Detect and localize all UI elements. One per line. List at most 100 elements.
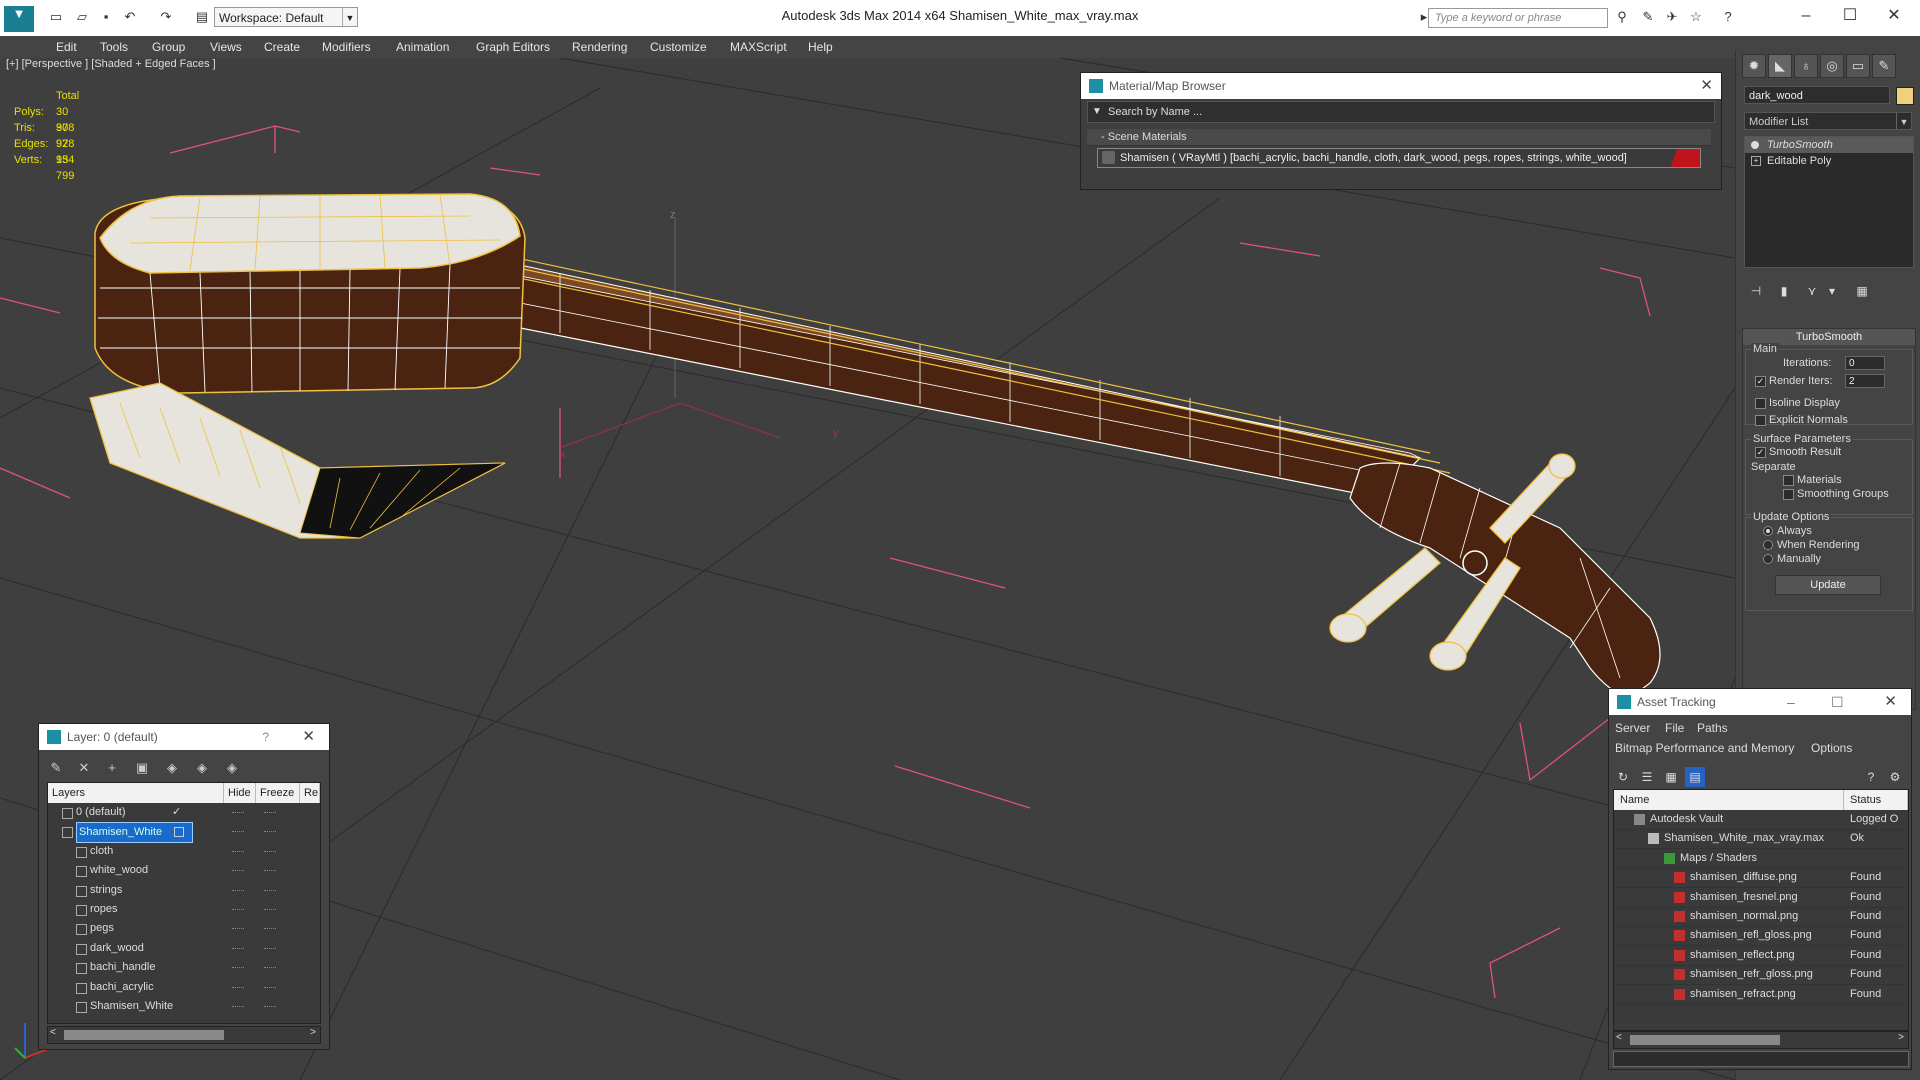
materials-checkbox[interactable] [1783,475,1794,486]
maximize-button[interactable]: ☐ [1830,4,1870,28]
column-header-hide[interactable]: Hide [224,783,256,803]
when-rendering-radio[interactable] [1763,540,1773,550]
hide-toggle[interactable] [232,812,244,814]
help-icon[interactable]: ? [1720,9,1736,25]
scroll-left-icon[interactable]: < [1616,1032,1622,1043]
binoculars-icon[interactable]: ⚲ [1614,9,1630,25]
freeze-unfreeze-all-icon[interactable]: ◈ [221,758,243,778]
close-icon[interactable]: ✕ [1884,689,1897,715]
help-icon[interactable]: ? [262,724,269,750]
layer-row[interactable]: white_wood [48,861,320,880]
menu-file[interactable]: File [1665,721,1684,735]
delete-layer-icon[interactable]: ✕ [73,758,95,778]
freeze-toggle[interactable] [264,967,276,969]
expand-icon[interactable]: + [1751,156,1761,166]
menu-server[interactable]: Server [1615,721,1650,735]
object-name-field[interactable]: dark_wood [1744,86,1890,104]
scroll-left-icon[interactable]: < [50,1027,56,1038]
hide-toggle[interactable] [232,967,244,969]
asset-row[interactable]: Shamisen_White_max_vray.max Ok [1614,829,1908,850]
viewport-label[interactable]: [+] [Perspective ] [Shaded + Edged Faces… [6,58,216,70]
configure-sets-icon[interactable]: ▦ [1852,282,1872,300]
display-tab-icon[interactable]: ▭ [1846,54,1870,78]
freeze-toggle[interactable] [264,812,276,814]
column-header-layers[interactable]: Layers [48,783,224,803]
remove-modifier-icon[interactable]: ▾ [1822,282,1842,300]
material-browser-titlebar[interactable]: Material/Map Browser ✕ [1081,73,1721,99]
smoothing-groups-checkbox[interactable] [1783,489,1794,500]
menu-maxscript[interactable]: MAXScript [730,40,787,54]
iterations-spinner[interactable]: 0 [1845,356,1885,370]
table-view-icon[interactable]: ▤ [1685,767,1705,787]
asset-tracking-titlebar[interactable]: Asset Tracking – ☐ ✕ [1609,689,1911,715]
bulb-icon[interactable] [1751,141,1759,149]
hide-toggle[interactable] [232,850,244,853]
layer-row[interactable]: cloth [48,842,320,861]
scrollbar-thumb[interactable] [64,1030,224,1040]
layer-row[interactable]: Shamisen_White [48,997,320,1016]
menu-group[interactable]: Group [152,40,185,54]
settings-icon[interactable]: ⚙ [1885,767,1905,787]
asset-row[interactable]: shamisen_refr_gloss.png Found [1614,965,1908,986]
menu-tools[interactable]: Tools [100,40,128,54]
utilities-tab-icon[interactable]: ✎ [1872,54,1896,78]
hide-toggle[interactable] [232,928,244,930]
layer-panel-titlebar[interactable]: Layer: 0 (default) ? ✕ [39,724,329,750]
minimize-icon[interactable]: – [1787,689,1795,715]
modify-tab-icon[interactable]: ◣ [1768,54,1792,78]
asset-path-field[interactable] [1613,1051,1909,1067]
hide-toggle[interactable] [232,1006,244,1008]
column-header-name[interactable]: Name [1614,790,1844,810]
asset-row[interactable]: shamisen_diffuse.png Found [1614,868,1908,889]
freeze-toggle[interactable] [264,889,276,892]
explicit-normals-checkbox[interactable] [1755,415,1766,426]
thumbnail-view-icon[interactable]: ▦ [1661,767,1681,787]
asset-row[interactable]: shamisen_fresnel.png Found [1614,888,1908,908]
refresh-icon[interactable]: ↻ [1613,767,1633,787]
minimize-button[interactable]: – [1786,4,1826,28]
layer-row[interactable]: pegs [48,919,320,938]
motion-tab-icon[interactable]: ◎ [1820,54,1844,78]
menu-create[interactable]: Create [264,40,300,54]
always-radio[interactable] [1763,526,1773,536]
select-objects-icon[interactable]: ▣ [131,758,153,778]
communication-center-icon[interactable]: ✈ [1664,9,1680,25]
menu-edit[interactable]: Edit [56,40,77,54]
modifier-list-dropdown[interactable]: Modifier List ▼ [1744,112,1912,130]
layer-row[interactable]: Shamisen_White [48,822,320,844]
column-header-render[interactable]: Re [300,783,320,803]
menu-customize[interactable]: Customize [650,40,707,54]
hide-unhide-all-icon[interactable]: ◈ [191,758,213,778]
freeze-toggle[interactable] [264,909,276,911]
manually-radio[interactable] [1763,554,1773,564]
smooth-result-checkbox[interactable]: ✓ [1755,447,1766,458]
list-view-icon[interactable]: ☰ [1637,767,1657,787]
isoline-checkbox[interactable] [1755,398,1766,409]
menu-bitmap-performance[interactable]: Bitmap Performance and Memory [1615,741,1794,755]
asset-row[interactable]: Maps / Shaders [1614,849,1908,869]
horizontal-scrollbar[interactable]: < > [47,1026,321,1044]
menu-paths[interactable]: Paths [1697,721,1728,735]
menu-animation[interactable]: Animation [396,40,449,54]
layer-row[interactable]: dark_wood [48,939,320,958]
asset-row[interactable]: Autodesk Vault Logged O [1614,810,1908,830]
update-button[interactable]: Update [1775,575,1881,595]
freeze-toggle[interactable] [264,831,276,833]
freeze-toggle[interactable] [264,1006,276,1008]
stack-item-turbosmooth[interactable]: TurboSmooth [1745,137,1913,153]
column-header-freeze[interactable]: Freeze [256,783,300,803]
layer-row[interactable]: strings [48,881,320,900]
layer-row[interactable]: bachi_handle [48,958,320,977]
menu-help[interactable]: Help [808,40,833,54]
make-unique-icon[interactable]: ⋎ [1802,282,1822,300]
scroll-right-icon[interactable]: > [310,1027,316,1038]
asset-row[interactable]: shamisen_reflect.png Found [1614,946,1908,966]
asset-row[interactable]: shamisen_refract.png Found [1614,985,1908,1005]
layer-row[interactable]: bachi_acrylic [48,978,320,997]
freeze-toggle[interactable] [264,850,276,853]
hide-toggle[interactable] [232,870,244,872]
hide-toggle[interactable] [232,909,244,911]
column-header-status[interactable]: Status [1844,790,1908,810]
layer-row[interactable]: ropes [48,900,320,919]
freeze-toggle[interactable] [264,986,276,989]
